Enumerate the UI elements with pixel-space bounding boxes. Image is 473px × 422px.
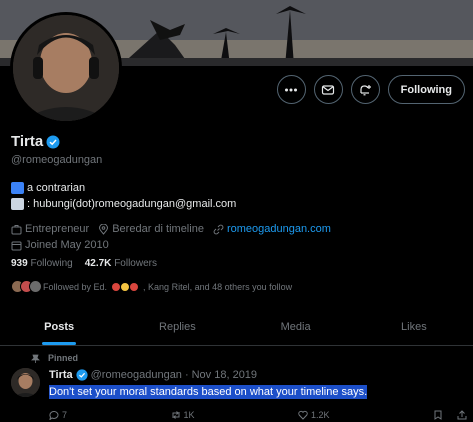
smile-icon	[121, 282, 130, 291]
avatar-image	[11, 368, 40, 397]
repost-button[interactable]: 1K	[171, 410, 195, 420]
bio-line-1: a contrarian	[11, 180, 236, 196]
post-actions: 7 1K 1.2K	[49, 410, 467, 420]
following-button[interactable]: Following	[387, 75, 465, 104]
heart-icon	[298, 410, 308, 420]
post-extra-actions	[433, 410, 467, 420]
profile-actions: Following	[276, 75, 465, 104]
message-button[interactable]	[313, 75, 343, 104]
link-icon	[213, 224, 224, 234]
website-item: romeogadungan.com	[213, 221, 331, 237]
post-date[interactable]: Nov 18, 2019	[192, 369, 257, 381]
tab-replies[interactable]: Replies	[118, 308, 236, 345]
profile-meta: Entrepreneur Beredar di timeline romeoga…	[11, 221, 331, 253]
follow-counts: 939 Following 42.7K Followers	[11, 258, 157, 269]
watermelon-icon	[112, 282, 121, 291]
category-item: Entrepreneur	[11, 221, 89, 237]
tab-posts[interactable]: Posts	[0, 308, 118, 345]
repost-icon	[172, 411, 179, 419]
post-separator: ·	[184, 369, 189, 381]
following-count-link[interactable]: 939 Following	[11, 258, 73, 269]
followers-count-link[interactable]: 42.7K Followers	[85, 258, 157, 269]
profile-tabs: Posts Replies Media Likes	[0, 308, 473, 346]
pin-icon	[31, 354, 40, 363]
post-avatar[interactable]	[11, 368, 40, 397]
post-text[interactable]: Don't set your moral standards based on …	[49, 385, 368, 399]
profile-name-row: Tirta	[11, 133, 60, 150]
watermelon-icon	[130, 282, 139, 291]
notify-button[interactable]	[350, 75, 380, 104]
mini-avatars	[11, 280, 42, 293]
post-author-handle[interactable]: @romeogadungan	[91, 369, 182, 381]
mail-icon	[322, 84, 335, 95]
location-item: Beredar di timeline	[98, 221, 204, 237]
post-header: Tirta @romeogadungan · Nov 18, 2019	[49, 369, 257, 381]
tab-media[interactable]: Media	[237, 308, 355, 345]
bell-plus-icon	[360, 84, 372, 95]
emoji-icons	[112, 282, 139, 291]
location-pin-icon	[99, 223, 109, 235]
briefcase-icon	[11, 224, 22, 234]
like-button[interactable]: 1.2K	[298, 410, 330, 420]
verified-badge-icon[interactable]	[46, 135, 60, 149]
reply-button[interactable]: 7	[49, 410, 67, 420]
pinned-indicator: Pinned	[31, 353, 78, 363]
avatar	[29, 280, 42, 293]
envelope-icon	[11, 198, 24, 210]
profile-bio: a contrarian : hubungi(dot)romeogadungan…	[11, 180, 236, 212]
calendar-icon	[11, 241, 22, 250]
profile-handle: @romeogadungan	[11, 154, 103, 166]
followers-you-know-link[interactable]: Followed by Ed. , Kang Ritel, and 48 oth…	[11, 280, 292, 293]
wheelchair-icon	[11, 182, 24, 194]
website-link[interactable]: romeogadungan.com	[227, 221, 331, 237]
bookmark-icon[interactable]	[433, 410, 443, 420]
share-icon[interactable]	[457, 410, 467, 420]
reply-icon	[49, 410, 59, 420]
more-button[interactable]	[276, 75, 306, 104]
avatar-image	[13, 15, 119, 121]
verified-badge-icon	[76, 369, 88, 381]
joined-item: Joined May 2010	[11, 237, 109, 253]
post-author-name[interactable]: Tirta	[49, 369, 73, 381]
bio-line-2: : hubungi(dot)romeogadungan@gmail.com	[11, 196, 236, 212]
more-icon	[285, 88, 298, 91]
profile-avatar[interactable]	[10, 12, 122, 124]
profile-name: Tirta	[11, 133, 44, 150]
tab-likes[interactable]: Likes	[355, 308, 473, 345]
